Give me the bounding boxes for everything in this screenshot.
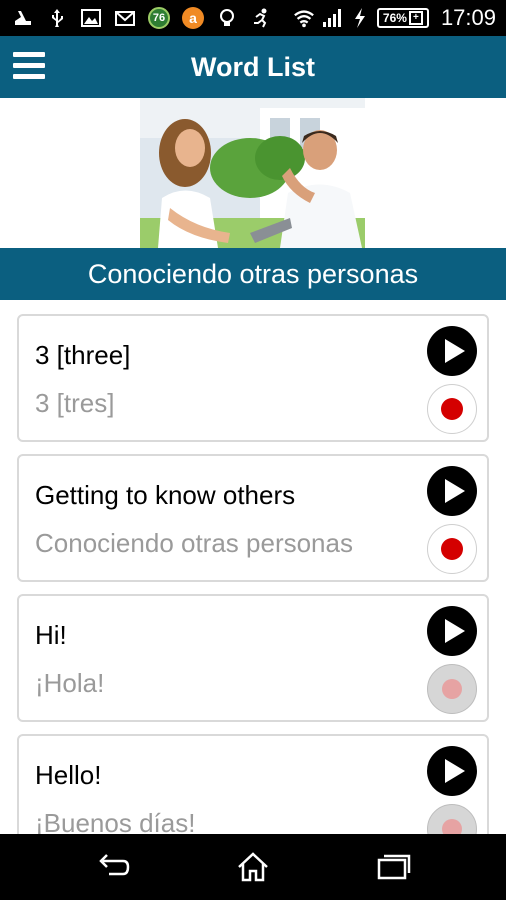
home-icon[interactable] bbox=[233, 847, 273, 887]
record-button[interactable] bbox=[427, 524, 477, 574]
english-phrase: 3 [three] bbox=[35, 340, 131, 370]
charging-icon bbox=[349, 7, 371, 29]
hero-photo bbox=[140, 98, 365, 248]
record-icon bbox=[441, 538, 463, 560]
orange-app-icon: a bbox=[182, 7, 204, 29]
record-button-disabled[interactable] bbox=[427, 664, 477, 714]
battery-percent: 76% bbox=[382, 11, 407, 25]
play-button[interactable] bbox=[427, 746, 477, 796]
image-icon bbox=[80, 7, 102, 29]
word-card[interactable]: Hello! ¡Buenos días! bbox=[17, 734, 489, 834]
navigation-bar bbox=[0, 834, 506, 900]
record-icon bbox=[442, 819, 462, 834]
app-bar: Word List bbox=[0, 36, 506, 98]
clock: 17:09 bbox=[440, 5, 496, 30]
play-icon bbox=[445, 479, 465, 503]
word-card[interactable]: 3 [three] 3 [tres] bbox=[17, 314, 489, 442]
play-button[interactable] bbox=[427, 466, 477, 516]
record-icon bbox=[442, 679, 462, 699]
english-phrase: Getting to know others bbox=[35, 480, 296, 510]
play-button[interactable] bbox=[427, 326, 477, 376]
play-icon bbox=[445, 619, 465, 643]
bulb-icon bbox=[216, 7, 238, 29]
word-card[interactable]: Hi! ¡Hola! bbox=[17, 594, 489, 722]
record-button[interactable] bbox=[427, 384, 477, 434]
usb-icon bbox=[46, 7, 68, 29]
play-icon bbox=[445, 759, 465, 783]
status-bar-notifications: 76 a bbox=[12, 6, 272, 30]
recent-apps-icon[interactable] bbox=[373, 847, 413, 887]
runner-icon bbox=[250, 7, 272, 29]
spanish-phrase: ¡Hola! bbox=[35, 668, 105, 698]
status-bar: 76 a 76% + 17:09 bbox=[0, 0, 506, 36]
word-card[interactable]: Getting to know others Conociendo otras … bbox=[17, 454, 489, 582]
badge-76-icon: 76 bbox=[148, 7, 170, 29]
hamburger-menu-icon[interactable] bbox=[13, 52, 45, 80]
page-title: Word List bbox=[191, 52, 315, 82]
status-bar-system: 76% + 17:09 bbox=[293, 4, 496, 32]
signal-icon bbox=[321, 7, 343, 29]
english-phrase: Hi! bbox=[35, 620, 67, 650]
mail-icon bbox=[114, 7, 136, 29]
spanish-phrase: 3 [tres] bbox=[35, 388, 115, 418]
wifi-icon bbox=[293, 7, 315, 29]
word-list[interactable]: 3 [three] 3 [tres] Getting to know other… bbox=[0, 300, 506, 834]
play-button[interactable] bbox=[427, 606, 477, 656]
play-icon bbox=[445, 339, 465, 363]
back-icon[interactable] bbox=[93, 847, 133, 887]
section-title: Conociendo otras personas bbox=[0, 248, 506, 300]
record-button-disabled[interactable] bbox=[427, 804, 477, 834]
battery-plus: + bbox=[408, 11, 423, 25]
drive-icon bbox=[12, 7, 34, 29]
spanish-phrase: ¡Buenos días! bbox=[35, 808, 196, 834]
english-phrase: Hello! bbox=[35, 760, 102, 790]
spanish-phrase: Conociendo otras personas bbox=[35, 528, 353, 558]
battery-icon: 76% + bbox=[376, 8, 429, 28]
record-icon bbox=[441, 398, 463, 420]
